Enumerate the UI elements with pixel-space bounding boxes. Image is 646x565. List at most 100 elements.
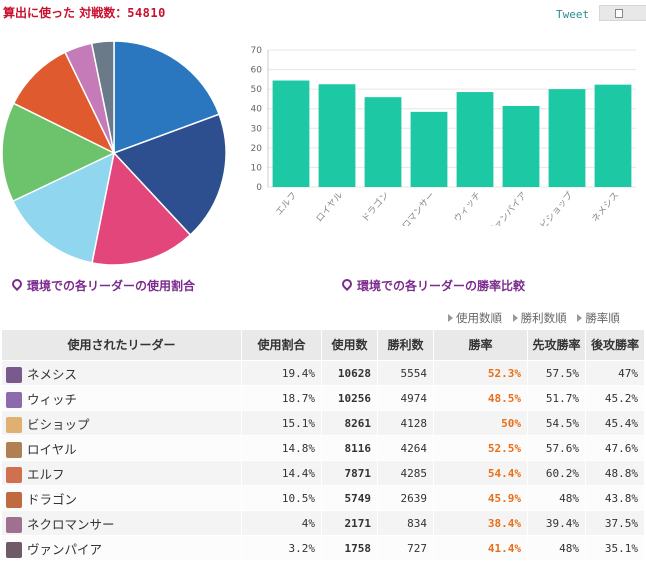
- x-tick-label: エルフ: [274, 191, 299, 218]
- bar[interactable]: [502, 105, 540, 187]
- share-cell: 15.1%: [241, 410, 322, 436]
- col-wins[interactable]: 勝利数: [377, 329, 434, 361]
- triangle-right-icon: [448, 314, 453, 322]
- triangle-right-icon: [577, 314, 583, 322]
- title-label: 対戦数：: [79, 6, 128, 20]
- first-cell: 48%: [527, 485, 586, 511]
- bar-caption-text: 環境での各リーダーの勝率比較: [357, 279, 526, 293]
- wins-cell: 2639: [377, 485, 434, 511]
- winrate-cell: 50%: [433, 410, 528, 436]
- leader-name: ウィッチ: [27, 391, 78, 407]
- leader-avatar-icon: [6, 466, 22, 483]
- wins-cell: 4128: [377, 410, 434, 436]
- sort-links: 使用数順 勝利数順 勝率順: [448, 310, 627, 326]
- x-tick-label: ネクロマンサー: [388, 190, 437, 226]
- leader-avatar-icon: [6, 441, 22, 458]
- bar[interactable]: [272, 80, 310, 187]
- used-cell: 2171: [321, 510, 378, 536]
- leader-name: ネメシス: [27, 366, 78, 382]
- wins-cell: 727: [377, 535, 434, 561]
- col-share[interactable]: 使用割合: [241, 329, 322, 361]
- y-tick-label: 40: [251, 105, 263, 115]
- winrate-bar-chart: 0 10 20 30 40 50 60 70 エルフ ロイヤル ドラゴンネクロマンサー ウィッチ ヴァン…: [251, 46, 636, 226]
- winrate-cell: 54.4%: [433, 460, 528, 486]
- table-row: ウィッチ 18.7% 10256 4974 48.5% 51.7% 45.2%: [1, 385, 645, 411]
- used-cell: 8261: [321, 410, 378, 436]
- leader-avatar-icon: [6, 391, 22, 408]
- x-tick-label: ドラゴン: [359, 189, 391, 224]
- wins-cell: 834: [377, 510, 434, 536]
- share-cell: 14.4%: [241, 460, 322, 486]
- table-row: エルフ 14.4% 7871 4285 54.4% 60.2% 48.8%: [1, 460, 645, 486]
- bar[interactable]: [548, 89, 586, 187]
- table-row: ヴァンパイア 3.2% 1758 727 41.4% 48% 35.1%: [1, 535, 645, 561]
- leader-cell[interactable]: エルフ: [1, 460, 242, 486]
- sort-by-wins[interactable]: 勝利数順: [512, 311, 567, 325]
- bar[interactable]: [318, 84, 356, 187]
- second-cell: 45.4%: [585, 410, 645, 436]
- usage-pie-chart: [1, 40, 227, 266]
- leader-cell[interactable]: ロイヤル: [1, 435, 242, 461]
- table-row: ロイヤル 14.8% 8116 4264 52.5% 57.6% 47.6%: [1, 435, 645, 461]
- leader-cell[interactable]: ウィッチ: [1, 385, 242, 411]
- bar[interactable]: [594, 84, 632, 187]
- col-winrate[interactable]: 勝率: [433, 329, 528, 361]
- tweet-link[interactable]: Tweet: [556, 8, 589, 21]
- used-cell: 10256: [321, 385, 378, 411]
- leader-avatar-icon: [6, 516, 22, 533]
- y-tick-label: 70: [251, 46, 263, 56]
- wins-cell: 4264: [377, 435, 434, 461]
- x-tick-label: ウィッチ: [452, 190, 484, 225]
- col-first[interactable]: 先攻勝率: [527, 329, 586, 361]
- leader-cell[interactable]: ドラゴン: [1, 485, 242, 511]
- leader-cell[interactable]: ビショップ: [1, 410, 242, 436]
- second-cell: 45.2%: [585, 385, 645, 411]
- y-tick-label: 50: [251, 85, 263, 95]
- share-cell: 18.7%: [241, 385, 322, 411]
- x-tick-label: ネメシス: [590, 190, 622, 225]
- second-cell: 47%: [585, 360, 645, 386]
- page-title: 算出に使った 対戦数：54810: [3, 4, 166, 21]
- winrate-cell: 52.5%: [433, 435, 528, 461]
- col-second[interactable]: 後攻勝率: [585, 329, 645, 361]
- bar[interactable]: [410, 111, 448, 187]
- col-leader[interactable]: 使用されたリーダー: [1, 329, 242, 361]
- share-cell: 19.4%: [241, 360, 322, 386]
- sort-by-winrate[interactable]: 勝率順: [577, 311, 620, 325]
- winrate-cell: 38.4%: [433, 510, 528, 536]
- bar[interactable]: [456, 92, 494, 187]
- leader-cell[interactable]: ヴァンパイア: [1, 535, 242, 561]
- pin-icon: [9, 276, 25, 292]
- triangle-right-icon: [512, 314, 518, 322]
- wins-cell: 4974: [377, 385, 434, 411]
- leader-name: ドラゴン: [27, 491, 78, 507]
- second-cell: 37.5%: [585, 510, 645, 536]
- winrate-cell: 45.9%: [433, 485, 528, 511]
- table-header-row: 使用されたリーダー 使用割合 使用数 勝利数 勝率 先攻勝率 後攻勝率: [1, 329, 645, 361]
- leader-cell[interactable]: ネメシス: [1, 360, 242, 386]
- table-row: ドラゴン 10.5% 5749 2639 45.9% 48% 43.8%: [1, 485, 645, 511]
- winrate-cell: 41.4%: [433, 535, 528, 561]
- first-cell: 60.2%: [527, 460, 586, 486]
- title-prefix: 算出に使った: [3, 6, 76, 20]
- winrate-cell: 52.3%: [433, 360, 528, 386]
- second-cell: 35.1%: [585, 535, 645, 561]
- share-cell: 10.5%: [241, 485, 322, 511]
- x-tick-label: ヴァンパイア: [485, 189, 529, 226]
- leader-avatar-icon: [6, 491, 22, 508]
- second-cell: 48.8%: [585, 460, 645, 486]
- first-cell: 54.5%: [527, 410, 586, 436]
- x-tick-label: ロイヤル: [315, 191, 346, 225]
- bar[interactable]: [364, 97, 402, 187]
- table-row: ネメシス 19.4% 10628 5554 52.3% 57.5% 47%: [1, 360, 645, 386]
- sort-by-usage[interactable]: 使用数順: [448, 311, 502, 325]
- x-tick-label: ビショップ: [538, 190, 575, 226]
- pie-caption: 環境での各リーダーの使用割合: [9, 276, 195, 294]
- bookmark-button[interactable]: [599, 5, 646, 21]
- used-cell: 8116: [321, 435, 378, 461]
- first-cell: 57.6%: [527, 435, 586, 461]
- share-cell: 4%: [241, 510, 322, 536]
- winrate-cell: 48.5%: [433, 385, 528, 411]
- col-used[interactable]: 使用数: [321, 329, 378, 361]
- leader-cell[interactable]: ネクロマンサー: [1, 510, 242, 536]
